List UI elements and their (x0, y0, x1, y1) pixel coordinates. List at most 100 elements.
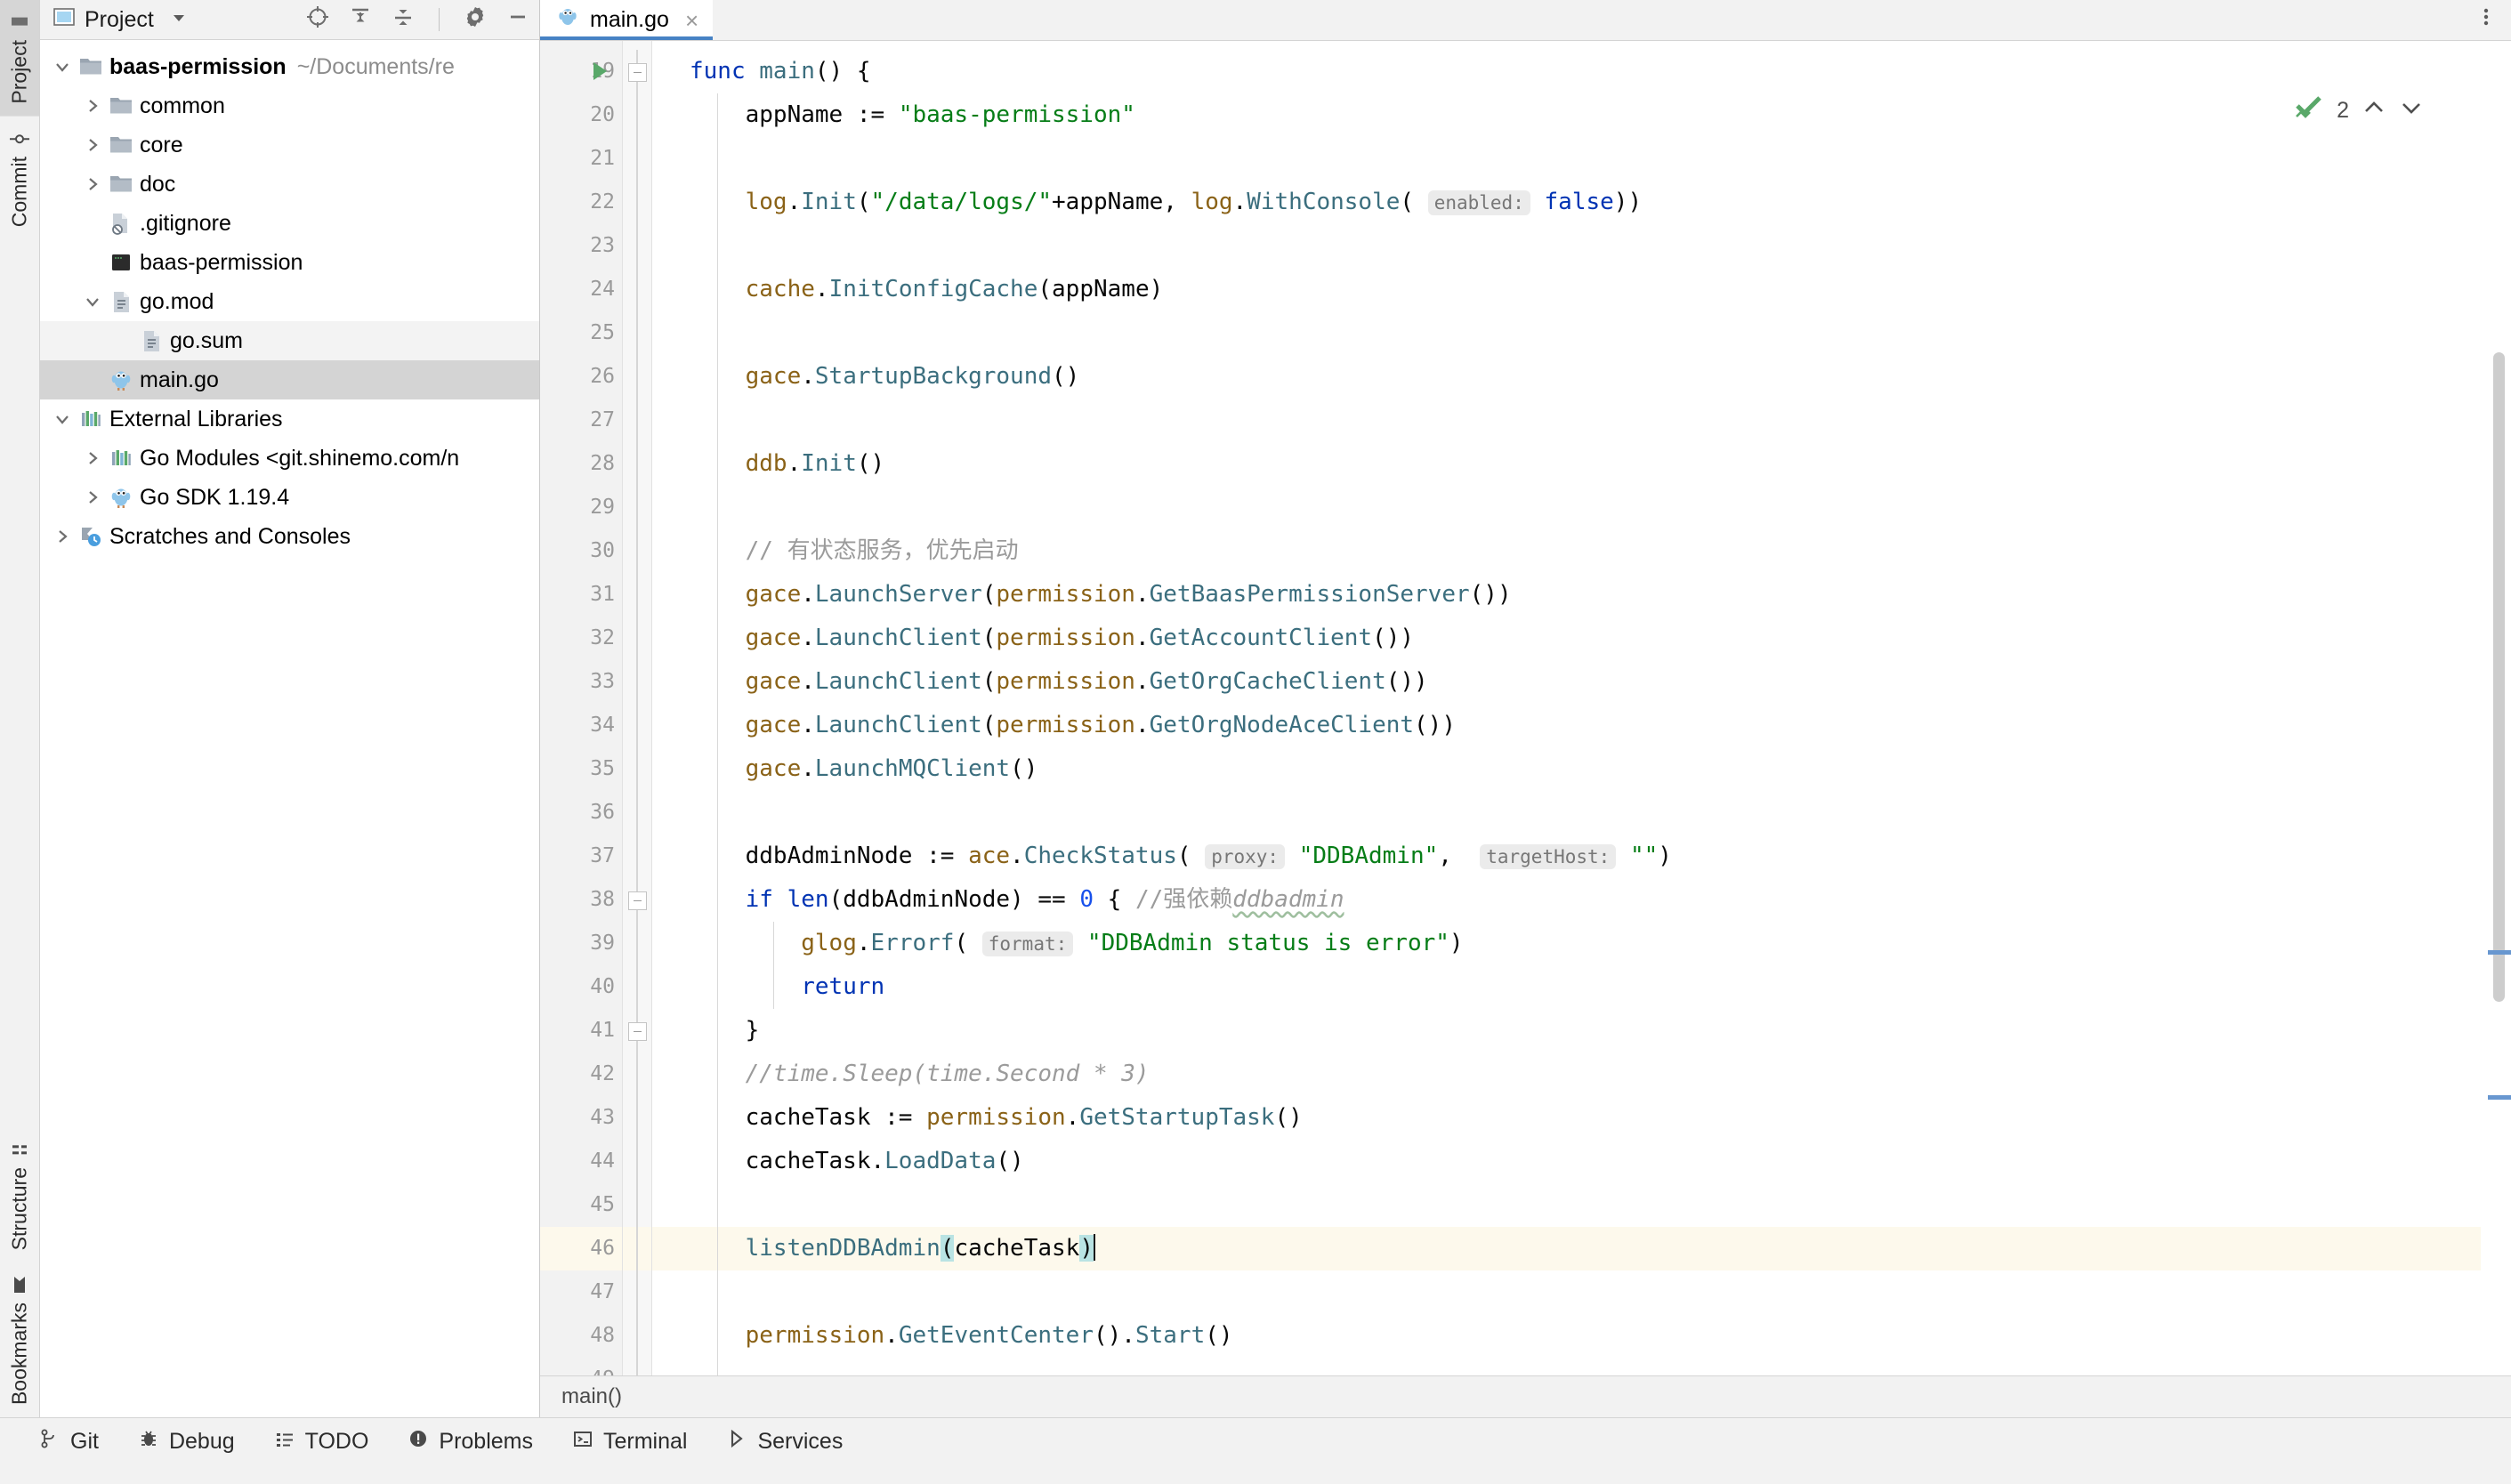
close-icon[interactable]: × (685, 9, 698, 32)
minimize-icon[interactable] (505, 4, 530, 36)
chevron-down-icon[interactable] (49, 58, 76, 76)
line-number[interactable]: 44 (553, 1140, 615, 1183)
code-line[interactable]: gace.LaunchMQClient() (652, 747, 2511, 791)
code-line[interactable]: cacheTask := permission.GetStartupTask() (652, 1096, 2511, 1140)
chevron-down-icon[interactable] (49, 410, 76, 428)
line-number[interactable]: 26 (553, 355, 615, 399)
code-line[interactable]: } (652, 1009, 2511, 1053)
code-line[interactable]: listenDDBAdmin(cacheTask) (652, 1227, 2511, 1270)
code-line[interactable]: log.Init("/data/logs/"+appName, log.With… (652, 181, 2511, 224)
tree-node-external-libraries[interactable]: External Libraries (40, 399, 539, 439)
tree-node-go-sum[interactable]: go.sum (40, 321, 539, 360)
code-line[interactable] (652, 224, 2511, 268)
status-bar-item-problems[interactable]: Problems (408, 1428, 533, 1456)
code-line[interactable]: gace.LaunchClient(permission.GetOrgCache… (652, 660, 2511, 704)
more-vertical-icon[interactable] (2474, 4, 2499, 36)
tree-node-scratches-and-consoles[interactable]: Scratches and Consoles (40, 517, 539, 556)
chevron-right-icon[interactable] (79, 97, 106, 115)
editor-fold-strip[interactable] (623, 41, 652, 1375)
line-number[interactable]: 25 (553, 311, 615, 355)
code-line[interactable] (652, 1270, 2511, 1314)
tree-node-go-modules-git-shinemo-com-n[interactable]: Go Modules <git.shinemo.com/n (40, 439, 539, 478)
collapse-all-icon[interactable] (391, 4, 416, 36)
tree-node-baas-permission[interactable]: baas-permission (40, 243, 539, 282)
code-line[interactable] (652, 791, 2511, 835)
tree-node-doc[interactable]: doc (40, 165, 539, 204)
line-number[interactable]: 40 (553, 965, 615, 1009)
line-number[interactable]: 43 (553, 1096, 615, 1140)
scrollbar-thumb[interactable] (2493, 352, 2505, 1002)
line-number[interactable]: 21 (553, 137, 615, 181)
inspection-widget[interactable]: 2 (2294, 94, 2424, 127)
line-number[interactable]: 29 (553, 486, 615, 529)
line-number[interactable]: 36 (553, 791, 615, 835)
code-line[interactable]: //time.Sleep(time.Second * 3) (652, 1053, 2511, 1096)
run-gutter-icon[interactable] (593, 62, 607, 80)
change-marker[interactable] (2488, 950, 2511, 955)
status-bar-item-terminal[interactable]: Terminal (572, 1428, 687, 1456)
line-number[interactable]: 41 (553, 1009, 615, 1053)
next-problem-icon[interactable] (2399, 98, 2424, 124)
code-line[interactable]: ddb.Init() (652, 442, 2511, 486)
rail-button-project[interactable]: Project (0, 0, 39, 117)
code-line[interactable]: func main() { (652, 50, 2511, 93)
line-number[interactable]: 37 (553, 835, 615, 878)
code-fold-marker[interactable] (628, 63, 647, 82)
line-number[interactable]: 49 (553, 1358, 615, 1375)
prev-problem-icon[interactable] (2362, 98, 2386, 124)
code-line[interactable]: if len(ddbAdminNode) == 0 { //强依赖ddbadmi… (652, 878, 2511, 922)
line-number[interactable]: 47 (553, 1270, 615, 1314)
chevron-down-icon[interactable] (79, 293, 106, 311)
code-viewport[interactable]: 2 func main() { appName := "baas-permiss… (652, 41, 2511, 1375)
code-line[interactable]: glog.Errorf( format: "DDBAdmin status is… (652, 922, 2511, 965)
line-number[interactable]: 35 (553, 747, 615, 791)
code-line[interactable] (652, 1358, 2511, 1375)
locate-icon[interactable] (305, 4, 330, 36)
editor-breadcrumb[interactable]: main() (540, 1375, 2511, 1417)
rail-button-commit[interactable]: Commit (0, 117, 39, 239)
tree-node-gitignore[interactable]: .gitignore (40, 204, 539, 243)
code-line[interactable]: gace.StartupBackground() (652, 355, 2511, 399)
code-line[interactable]: ddbAdminNode := ace.CheckStatus( proxy: … (652, 835, 2511, 878)
editor-scrollbar[interactable] (2481, 41, 2511, 1375)
status-bar-item-services[interactable]: Services (726, 1428, 843, 1456)
status-bar-item-git[interactable]: Git (39, 1428, 99, 1456)
code-line[interactable]: gace.LaunchServer(permission.GetBaasPerm… (652, 573, 2511, 617)
line-number[interactable]: 39 (553, 922, 615, 965)
code-line[interactable] (652, 399, 2511, 442)
line-number[interactable]: 34 (553, 704, 615, 747)
code-line[interactable]: // 有状态服务，优先启动 (652, 529, 2511, 573)
code-line[interactable]: gace.LaunchClient(permission.GetOrgNodeA… (652, 704, 2511, 747)
code-line[interactable]: cacheTask.LoadData() (652, 1140, 2511, 1183)
chevron-right-icon[interactable] (79, 175, 106, 193)
code-line[interactable] (652, 1183, 2511, 1227)
project-tree[interactable]: baas-permission ~/Documents/re common core d… (40, 40, 539, 1417)
status-bar-item-debug[interactable]: Debug (138, 1428, 235, 1456)
code-fold-marker[interactable] (628, 1022, 647, 1041)
line-number[interactable]: 24 (553, 268, 615, 311)
code-line[interactable]: cache.InitConfigCache(appName) (652, 268, 2511, 311)
chevron-right-icon[interactable] (79, 449, 106, 467)
expand-all-icon[interactable] (348, 4, 373, 36)
chevron-right-icon[interactable] (79, 136, 106, 154)
line-number[interactable]: 23 (553, 224, 615, 268)
line-number[interactable]: 31 (553, 573, 615, 617)
code-line[interactable]: gace.LaunchClient(permission.GetAccountC… (652, 617, 2511, 660)
rail-button-structure[interactable]: Structure (0, 1127, 39, 1262)
line-number[interactable]: 20 (553, 93, 615, 137)
tree-node-go-sdk-1-19-4[interactable]: Go SDK 1.19.4 (40, 478, 539, 517)
tree-node-common[interactable]: common (40, 86, 539, 125)
gear-icon[interactable] (463, 4, 488, 36)
tree-node-go-mod[interactable]: go.mod (40, 282, 539, 321)
tree-node-core[interactable]: core (40, 125, 539, 165)
editor-tab-main-go[interactable]: main.go × (540, 0, 714, 40)
line-number[interactable]: 32 (553, 617, 615, 660)
code-line[interactable]: appName := "baas-permission" (652, 93, 2511, 137)
line-number[interactable]: 38 (553, 878, 615, 922)
line-number[interactable]: 30 (553, 529, 615, 573)
tree-node-main-go[interactable]: main.go (40, 360, 539, 399)
chevron-right-icon[interactable] (79, 488, 106, 506)
code-line[interactable] (652, 311, 2511, 355)
code-line[interactable]: return (652, 965, 2511, 1009)
chevron-down-icon[interactable] (170, 7, 188, 33)
